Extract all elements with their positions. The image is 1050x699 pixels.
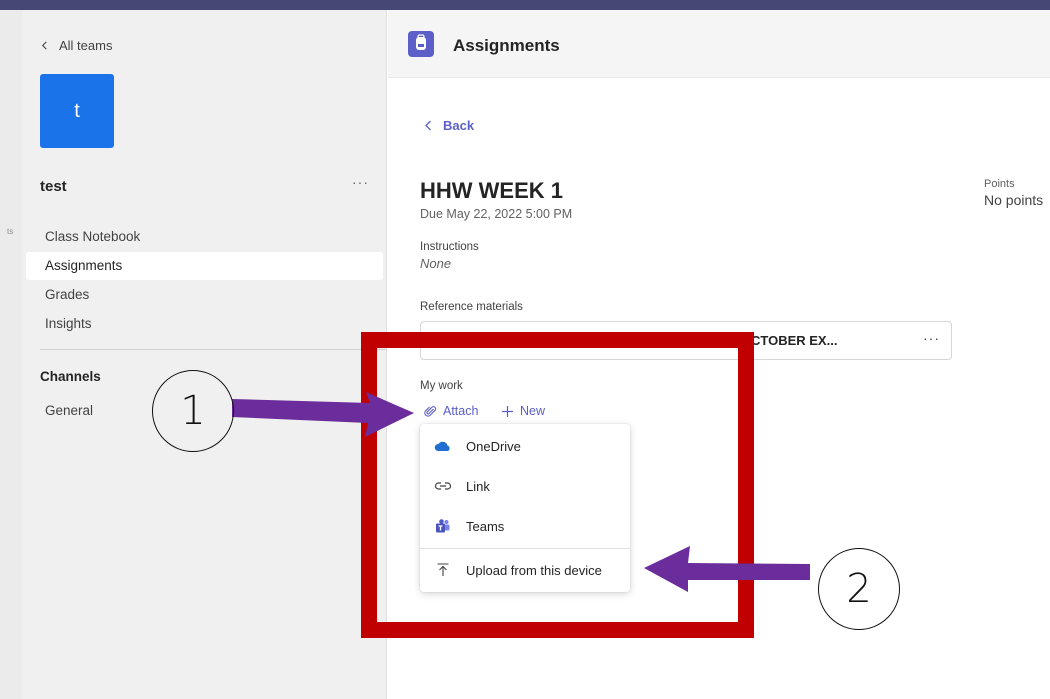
teams-icon xyxy=(434,517,452,535)
app-title: Assignments xyxy=(453,36,560,55)
app-header: Assignments xyxy=(388,10,1050,78)
callout-1: 1 xyxy=(152,370,234,452)
file-icon xyxy=(435,339,449,347)
team-name: test xyxy=(40,178,67,195)
link-icon xyxy=(434,477,452,495)
reference-materials-label: Reference materials xyxy=(420,301,523,313)
back-label: Back xyxy=(443,118,475,133)
menu-item-upload-from-device[interactable]: Upload from this device xyxy=(420,552,630,588)
reference-file-name: CTOBER EX... xyxy=(751,333,838,348)
menu-item-link[interactable]: Link xyxy=(420,468,630,504)
app-rail: ts xyxy=(0,10,22,699)
new-button[interactable]: New xyxy=(501,404,545,418)
attach-button[interactable]: Attach xyxy=(424,404,478,418)
my-work-label: My work xyxy=(420,380,463,392)
points-label: Points xyxy=(984,178,1015,190)
plus-icon xyxy=(502,405,513,417)
team-avatar[interactable]: t xyxy=(40,74,114,148)
reference-file-card[interactable]: CTOBER EX... ··· xyxy=(420,321,952,360)
chevron-left-icon xyxy=(425,120,431,131)
onedrive-cloud-icon xyxy=(434,437,452,455)
channels-heading: Channels xyxy=(40,369,101,384)
back-link[interactable]: Back xyxy=(424,118,474,133)
nav-item-assignments[interactable]: Assignments xyxy=(26,252,383,280)
app-rail-label: ts xyxy=(7,227,14,236)
menu-item-label: Teams xyxy=(466,518,505,534)
attach-label: Attach xyxy=(443,404,479,418)
instructions-label: Instructions xyxy=(420,241,479,253)
menu-item-label: Upload from this device xyxy=(466,562,602,578)
channel-item-general[interactable]: General xyxy=(45,403,93,418)
assignment-detail: Back HHW WEEK 1 Due May 22, 2022 5:00 PM… xyxy=(388,78,1050,699)
instructions-value: None xyxy=(420,256,452,271)
nav-item-insights[interactable]: Insights xyxy=(26,310,383,338)
team-more-options-button[interactable]: ··· xyxy=(352,174,369,190)
team-nav-list: Class Notebook Assignments Grades Insigh… xyxy=(26,223,383,339)
menu-item-label: Link xyxy=(466,478,490,494)
nav-item-grades[interactable]: Grades xyxy=(26,281,383,309)
callout-2: 2 xyxy=(818,548,900,630)
assignments-backpack-icon xyxy=(408,31,434,57)
reference-more-options-button[interactable]: ··· xyxy=(923,330,940,346)
menu-divider xyxy=(420,548,630,549)
menu-item-label: OneDrive xyxy=(466,438,521,454)
attach-menu: OneDrive Link Teams Upload from this dev… xyxy=(420,424,630,592)
paperclip-icon xyxy=(424,405,437,417)
nav-item-class-notebook[interactable]: Class Notebook xyxy=(26,223,383,251)
team-avatar-letter: t xyxy=(74,99,80,122)
sidebar-divider xyxy=(40,349,387,350)
new-label: New xyxy=(520,404,546,418)
due-date: Due May 22, 2022 5:00 PM xyxy=(420,207,573,221)
all-teams-label: All teams xyxy=(59,38,113,53)
all-teams-link[interactable]: All teams xyxy=(40,38,112,53)
menu-item-onedrive[interactable]: OneDrive xyxy=(420,428,630,464)
menu-item-teams[interactable]: Teams xyxy=(420,508,630,544)
upload-icon xyxy=(434,561,452,579)
points-value: No points xyxy=(984,192,1044,208)
team-sidebar: All teams t test ··· Class Notebook Assi… xyxy=(22,10,387,699)
top-bar xyxy=(0,0,1050,10)
chevron-left-icon xyxy=(41,41,47,50)
assignment-title: HHW WEEK 1 xyxy=(420,178,563,203)
